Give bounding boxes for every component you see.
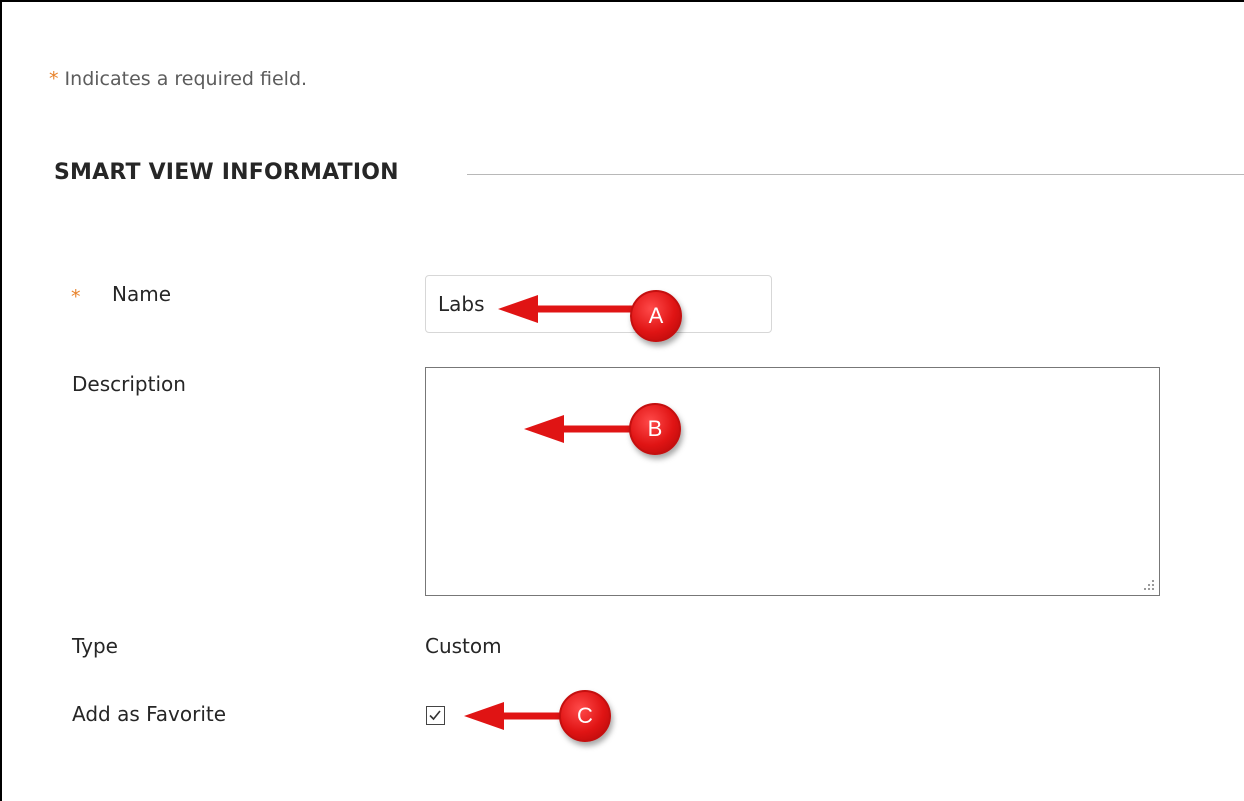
- callout-b-arrow: [524, 415, 644, 443]
- checkmark-icon: [429, 710, 441, 721]
- callout-c-badge: C: [559, 690, 611, 742]
- name-required-star-icon: *: [71, 286, 81, 308]
- type-value: Custom: [425, 634, 502, 658]
- favorite-checkbox[interactable]: [426, 706, 445, 725]
- required-note-text: Indicates a required field.: [64, 68, 308, 90]
- required-field-note: * Indicates a required field.: [49, 68, 307, 90]
- description-label: Description: [72, 372, 186, 396]
- description-textarea[interactable]: [425, 367, 1160, 596]
- favorite-label: Add as Favorite: [72, 702, 227, 726]
- callout-a-badge: A: [630, 290, 682, 342]
- type-label: Type: [72, 634, 118, 658]
- callout-b-badge: B: [629, 403, 681, 455]
- name-label: Name: [112, 282, 172, 306]
- required-star-icon: *: [49, 68, 59, 90]
- section-divider: [467, 174, 1244, 175]
- page-frame: * Indicates a required field. SMART VIEW…: [0, 0, 1244, 801]
- section-title: SMART VIEW INFORMATION: [54, 160, 399, 185]
- callout-a-arrow: [498, 295, 638, 323]
- callout-c-arrow: [464, 702, 574, 730]
- resize-grip-icon[interactable]: [1144, 580, 1155, 591]
